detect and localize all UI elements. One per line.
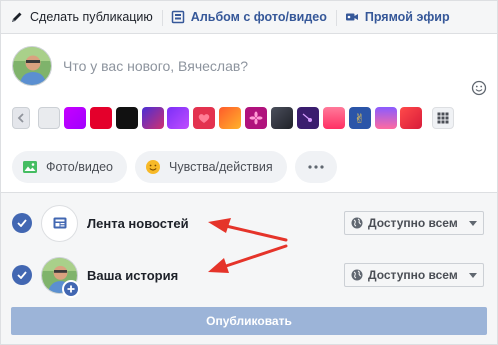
background-swatch-heart[interactable] — [193, 107, 216, 129]
background-swatch[interactable] — [141, 107, 164, 129]
user-avatar[interactable] — [12, 46, 52, 86]
destination-row-your-story: Ваша история Доступно всем — [1, 253, 497, 298]
news-feed-icon-wrap — [41, 204, 78, 242]
news-feed-icon — [53, 217, 66, 229]
comet-icon — [302, 113, 312, 122]
your-story-audience-select[interactable]: Доступно всем — [344, 263, 484, 287]
background-palette: ✌ — [12, 106, 458, 130]
more-icon — [307, 165, 324, 169]
video-camera-icon — [345, 13, 358, 21]
background-swatch-comet[interactable] — [296, 107, 319, 129]
composer-tabs: Сделать публикацию Альбом с фото/видео П… — [0, 0, 498, 34]
news-feed-audience-label: Доступно всем — [368, 216, 458, 230]
composer-actions: Фото/видео Чувства/действия — [12, 151, 345, 183]
background-swatch[interactable] — [374, 107, 397, 129]
background-swatch[interactable] — [322, 107, 345, 129]
chevron-down-icon — [469, 272, 477, 278]
background-swatch-flower[interactable] — [245, 107, 268, 129]
checkmark-icon — [17, 271, 27, 279]
globe-icon — [351, 269, 363, 281]
background-swatch[interactable] — [38, 107, 60, 129]
background-swatch[interactable] — [271, 107, 294, 129]
photo-icon — [23, 161, 37, 173]
chevron-down-icon — [469, 220, 477, 226]
feelings-activity-label: Чувства/действия — [169, 160, 273, 174]
emoji-icon[interactable] — [471, 80, 487, 96]
news-feed-audience-select[interactable]: Доступно всем — [344, 211, 484, 235]
your-story-label: Ваша история — [87, 267, 179, 283]
background-swatch[interactable] — [63, 107, 86, 129]
publish-label: Опубликовать — [206, 314, 292, 328]
more-options-button[interactable] — [294, 151, 337, 183]
composer: Что у вас нового, Вячеслав? ✌ Фото/видео… — [0, 34, 498, 192]
tab-create-post-label: Сделать публикацию — [30, 10, 153, 24]
grid-icon — [437, 112, 449, 124]
tab-create-post[interactable]: Сделать публикацию — [1, 1, 162, 33]
chevron-left-icon — [17, 113, 24, 123]
news-feed-label: Лента новостей — [87, 215, 189, 231]
photo-video-label: Фото/видео — [46, 160, 114, 174]
plus-icon — [67, 285, 75, 293]
photo-video-button[interactable]: Фото/видео — [12, 151, 128, 183]
add-story-badge — [62, 280, 80, 298]
tab-live-video[interactable]: Прямой эфир — [335, 1, 459, 33]
more-backgrounds-button[interactable] — [432, 107, 455, 129]
your-story-checkbox[interactable] — [12, 265, 32, 285]
user-photo — [13, 47, 51, 85]
pencil-icon — [12, 12, 22, 22]
background-swatch-peace[interactable]: ✌ — [348, 107, 371, 129]
your-story-audience-label: Доступно всем — [368, 268, 458, 282]
tab-photo-album[interactable]: Альбом с фото/видео — [161, 1, 336, 33]
destination-row-news-feed: Лента новостей Доступно всем — [1, 201, 497, 245]
tab-photo-album-label: Альбом с фото/видео — [190, 10, 327, 24]
background-swatch[interactable] — [115, 107, 138, 129]
palette-back-button[interactable] — [12, 107, 30, 129]
news-feed-checkbox[interactable] — [12, 213, 32, 233]
share-destinations: Лента новостей Доступно всем Ваша истори… — [0, 192, 498, 345]
smiley-icon — [146, 160, 161, 174]
post-text-input[interactable]: Что у вас нового, Вячеслав? — [63, 58, 248, 74]
flower-icon — [249, 111, 263, 125]
peace-hand-icon: ✌ — [354, 110, 366, 126]
background-swatch[interactable] — [219, 107, 242, 129]
checkmark-icon — [17, 219, 27, 227]
feelings-activity-button[interactable]: Чувства/действия — [135, 151, 287, 183]
globe-icon — [351, 217, 363, 229]
background-swatch[interactable] — [89, 107, 112, 129]
album-icon — [171, 10, 185, 24]
heart-icon — [199, 113, 210, 123]
publish-button[interactable]: Опубликовать — [11, 307, 487, 335]
tab-live-video-label: Прямой эфир — [364, 10, 450, 24]
background-swatch[interactable] — [400, 107, 423, 129]
background-swatch[interactable] — [167, 107, 190, 129]
